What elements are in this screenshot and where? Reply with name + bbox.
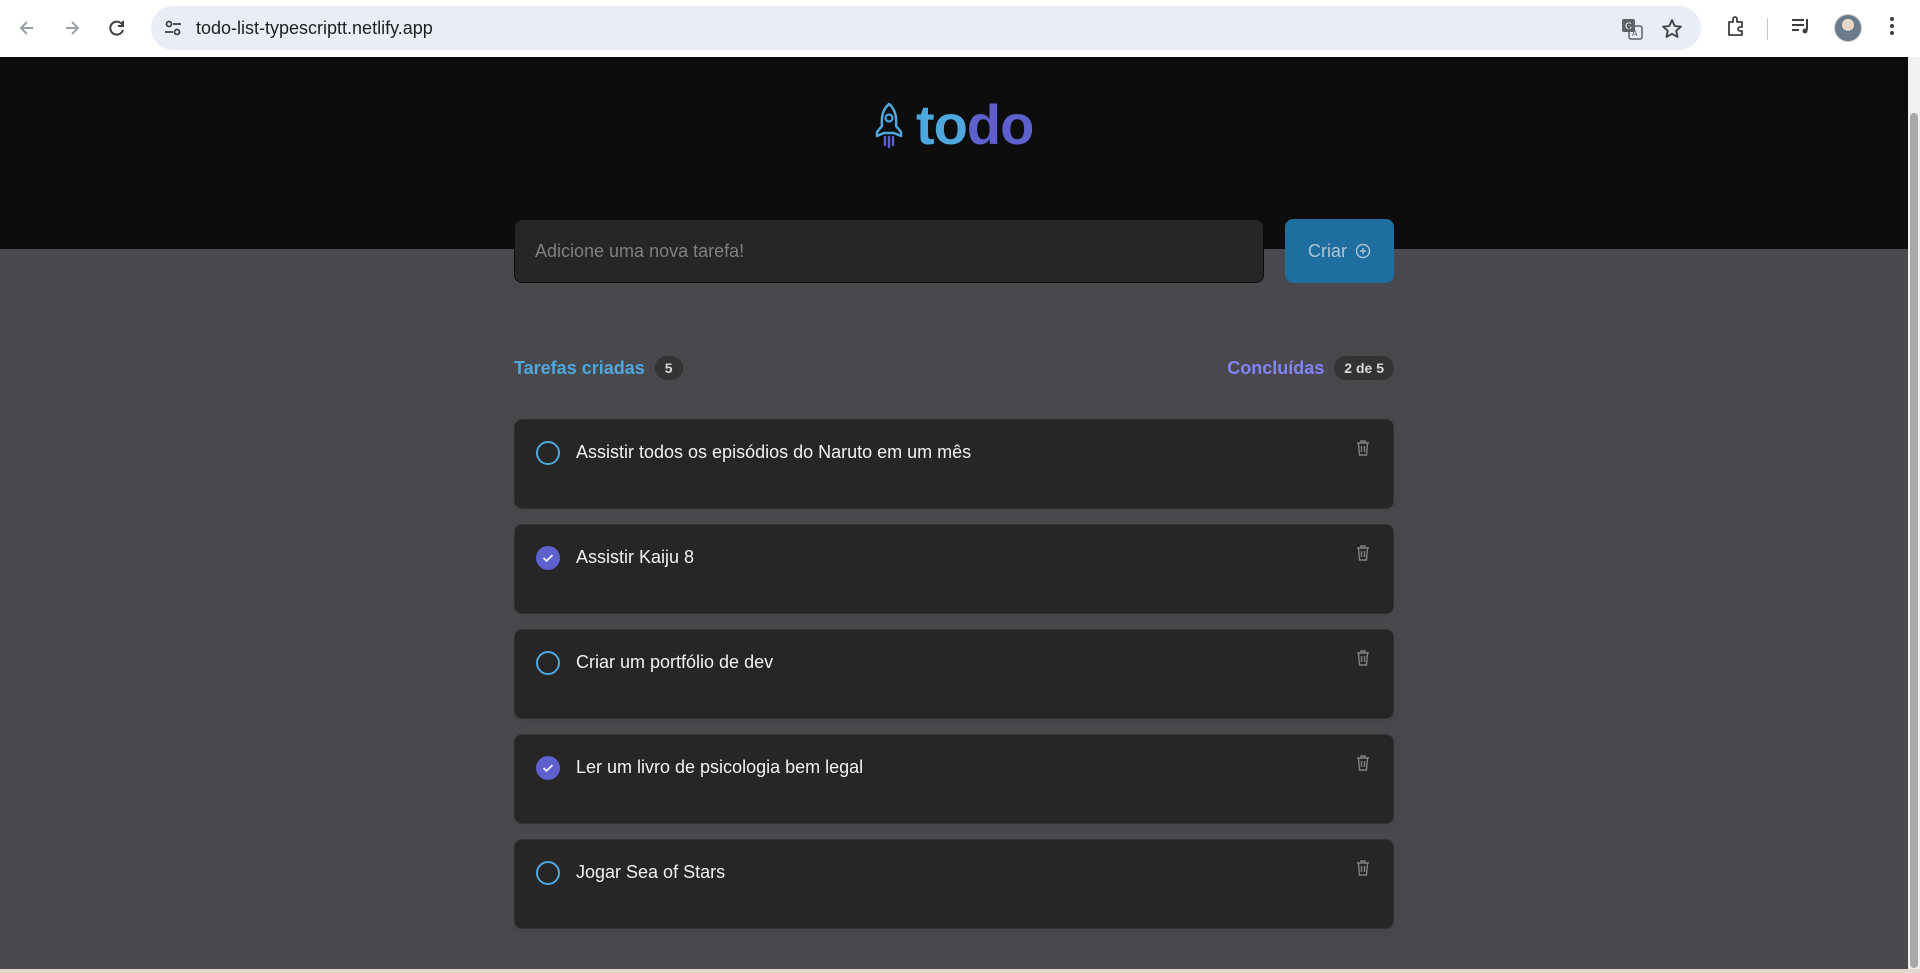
page-viewport: todo Criar Tarefas criadas 5 Concluídas … xyxy=(0,57,1908,969)
task-checkbox[interactable] xyxy=(536,861,560,885)
trash-icon[interactable] xyxy=(1355,649,1371,667)
task-checkbox[interactable] xyxy=(536,441,560,465)
task-checkbox[interactable] xyxy=(536,756,560,780)
extensions-icon[interactable] xyxy=(1725,14,1749,38)
app-logo: todo xyxy=(872,97,1034,153)
media-control-icon[interactable] xyxy=(1789,14,1813,38)
task-checkbox[interactable] xyxy=(536,546,560,570)
profile-avatar[interactable] xyxy=(1834,14,1862,42)
translate-icon[interactable]: G A xyxy=(1621,18,1643,40)
created-count-badge: 5 xyxy=(654,356,683,380)
logo-text: todo xyxy=(916,97,1034,153)
trash-icon[interactable] xyxy=(1355,544,1371,562)
url-text[interactable]: todo-list-typescriptt.netlify.app xyxy=(196,6,433,50)
forward-button[interactable] xyxy=(56,12,88,44)
checkmark-icon xyxy=(542,554,554,563)
back-arrow-icon xyxy=(19,21,33,35)
done-count-badge: 2 de 5 xyxy=(1334,356,1394,380)
create-button-label: Criar xyxy=(1308,240,1347,261)
task-checkbox[interactable] xyxy=(536,651,560,675)
bookmark-star-icon[interactable] xyxy=(1661,18,1683,40)
checkmark-icon xyxy=(542,764,554,773)
task-counters: Tarefas criadas 5 Concluídas 2 de 5 xyxy=(514,356,1394,382)
task-list: Assistir todos os episódios do Naruto em… xyxy=(514,419,1394,944)
logo-text-do: do xyxy=(966,93,1034,156)
trash-icon[interactable] xyxy=(1355,754,1371,772)
done-label: Concluídas xyxy=(1227,357,1325,378)
task-item: Assistir todos os episódios do Naruto em… xyxy=(514,419,1394,509)
task-text: Jogar Sea of Stars xyxy=(576,862,726,882)
task-text: Assistir todos os episódios do Naruto em… xyxy=(576,442,972,462)
logo-text-to: to xyxy=(916,93,968,156)
plus-circle-icon xyxy=(1355,243,1371,259)
svg-text:A: A xyxy=(1632,29,1638,38)
task-item: Criar um portfólio de dev xyxy=(514,629,1394,719)
new-task-input[interactable] xyxy=(514,219,1264,283)
more-menu-icon[interactable] xyxy=(1882,14,1902,38)
create-task-button[interactable]: Criar xyxy=(1285,219,1394,283)
task-item: Jogar Sea of Stars xyxy=(514,839,1394,929)
task-item: Assistir Kaiju 8 xyxy=(514,524,1394,614)
new-task-form: Criar xyxy=(514,219,1394,285)
task-text: Criar um portfólio de dev xyxy=(576,652,774,672)
back-button[interactable] xyxy=(11,12,43,44)
browser-toolbar: todo-list-typescriptt.netlify.app G A xyxy=(0,0,1920,57)
scrollbar-thumb[interactable] xyxy=(1910,113,1918,968)
created-label: Tarefas criadas xyxy=(514,357,645,378)
forward-arrow-icon xyxy=(66,21,80,35)
task-text: Assistir Kaiju 8 xyxy=(576,547,695,567)
toolbar-divider xyxy=(1767,18,1768,40)
done-counter: Concluídas 2 de 5 xyxy=(1227,356,1394,380)
trash-icon[interactable] xyxy=(1355,859,1371,877)
address-bar[interactable]: todo-list-typescriptt.netlify.app G A xyxy=(151,6,1701,50)
task-text: Ler um livro de psicologia bem legal xyxy=(576,757,864,777)
task-item: Ler um livro de psicologia bem legal xyxy=(514,734,1394,824)
window-bottom-edge xyxy=(0,969,1920,973)
rocket-icon xyxy=(875,102,903,149)
reload-button[interactable] xyxy=(101,12,133,44)
created-counter: Tarefas criadas 5 xyxy=(514,356,683,380)
trash-icon[interactable] xyxy=(1355,439,1371,457)
reload-icon xyxy=(109,20,124,36)
site-info-icon[interactable] xyxy=(163,18,183,38)
